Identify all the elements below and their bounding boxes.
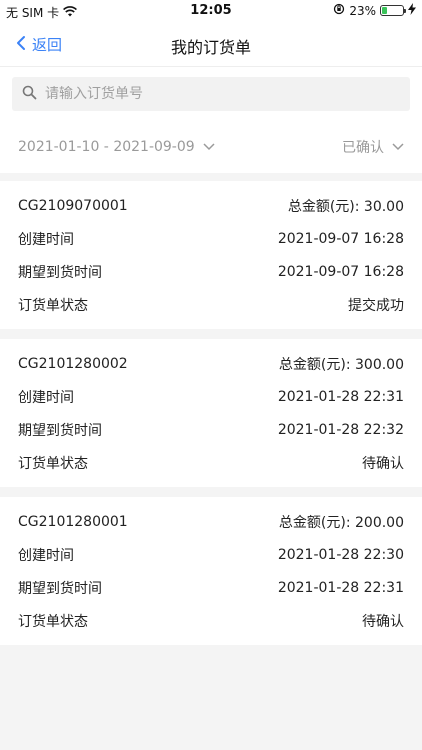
- order-status-label: 订货单状态: [18, 297, 88, 314]
- order-total: 总金额(元): 200.00: [278, 514, 404, 531]
- status-filter-label: 已确认: [342, 140, 384, 156]
- order-header-row: CG2101280001 总金额(元): 200.00: [18, 505, 404, 538]
- order-status-row: 订货单状态 待确认: [18, 446, 404, 479]
- expected-time-label: 期望到货时间: [18, 264, 102, 281]
- expected-time-row: 期望到货时间 2021-09-07 16:28: [18, 255, 404, 288]
- order-card[interactable]: CG2101280001 总金额(元): 200.00 创建时间 2021-01…: [0, 497, 422, 645]
- order-number: CG2101280002: [18, 355, 128, 372]
- search-input[interactable]: [45, 86, 375, 102]
- order-status-label: 订货单状态: [18, 455, 88, 472]
- expected-time-label: 期望到货时间: [18, 422, 102, 439]
- search-icon: [22, 85, 37, 104]
- order-card[interactable]: CG2101280002 总金额(元): 300.00 创建时间 2021-01…: [0, 339, 422, 487]
- expected-time-row: 期望到货时间 2021-01-28 22:32: [18, 413, 404, 446]
- order-total: 总金额(元): 30.00: [287, 198, 404, 215]
- order-total: 总金额(元): 300.00: [278, 356, 404, 373]
- order-status-label: 订货单状态: [18, 613, 88, 630]
- battery-icon: [380, 5, 406, 16]
- status-filter[interactable]: 已确认: [342, 137, 404, 157]
- expected-time-value: 2021-01-28 22:31: [277, 579, 404, 596]
- expected-time-row: 期望到货时间 2021-01-28 22:31: [18, 571, 404, 604]
- order-status-value: 提交成功: [348, 297, 404, 314]
- created-time-value: 2021-01-28 22:30: [277, 546, 404, 563]
- order-status-row: 订货单状态 待确认: [18, 604, 404, 637]
- status-bar: 无 SIM 卡 12:05 23%: [0, 0, 422, 22]
- date-range-filter[interactable]: 2021-01-10 - 2021-09-09: [18, 139, 215, 155]
- rotation-lock-icon: [333, 3, 345, 18]
- expected-time-value: 2021-01-28 22:32: [277, 421, 404, 438]
- order-number: CG2101280001: [18, 513, 128, 530]
- expected-time-label: 期望到货时间: [18, 580, 102, 597]
- order-header-row: CG2101280002 总金额(元): 300.00: [18, 347, 404, 380]
- nav-bar: 返回 我的订货单: [0, 22, 422, 67]
- chevron-down-icon: [392, 139, 404, 155]
- battery-fill: [382, 7, 387, 14]
- page-title: 我的订货单: [170, 38, 251, 57]
- expected-time-value: 2021-09-07 16:28: [277, 263, 404, 280]
- created-time-value: 2021-01-28 22:31: [277, 388, 404, 405]
- created-time-row: 创建时间 2021-01-28 22:31: [18, 380, 404, 413]
- order-status-row: 订货单状态 提交成功: [18, 288, 404, 321]
- created-time-row: 创建时间 2021-01-28 22:30: [18, 538, 404, 571]
- created-time-row: 创建时间 2021-09-07 16:28: [18, 222, 404, 255]
- filter-bar: 2021-01-10 - 2021-09-09 已确认: [0, 121, 422, 173]
- created-time-label: 创建时间: [18, 547, 74, 564]
- charging-bolt-icon: [408, 3, 416, 18]
- chevron-down-icon: [203, 139, 215, 155]
- order-status-value: 待确认: [362, 455, 404, 472]
- status-right: 23%: [333, 3, 416, 18]
- order-header-row: CG2109070001 总金额(元): 30.00: [18, 189, 404, 222]
- battery-percent: 23%: [349, 3, 376, 18]
- created-time-value: 2021-09-07 16:28: [277, 230, 404, 247]
- order-status-value: 待确认: [362, 613, 404, 630]
- search-section: [0, 67, 422, 121]
- date-range-label: 2021-01-10 - 2021-09-09: [18, 139, 195, 155]
- order-number: CG2109070001: [18, 197, 128, 214]
- order-list: CG2109070001 总金额(元): 30.00 创建时间 2021-09-…: [0, 173, 422, 645]
- order-card[interactable]: CG2109070001 总金额(元): 30.00 创建时间 2021-09-…: [0, 181, 422, 329]
- search-box[interactable]: [12, 77, 410, 111]
- created-time-label: 创建时间: [18, 231, 74, 248]
- created-time-label: 创建时间: [18, 389, 74, 406]
